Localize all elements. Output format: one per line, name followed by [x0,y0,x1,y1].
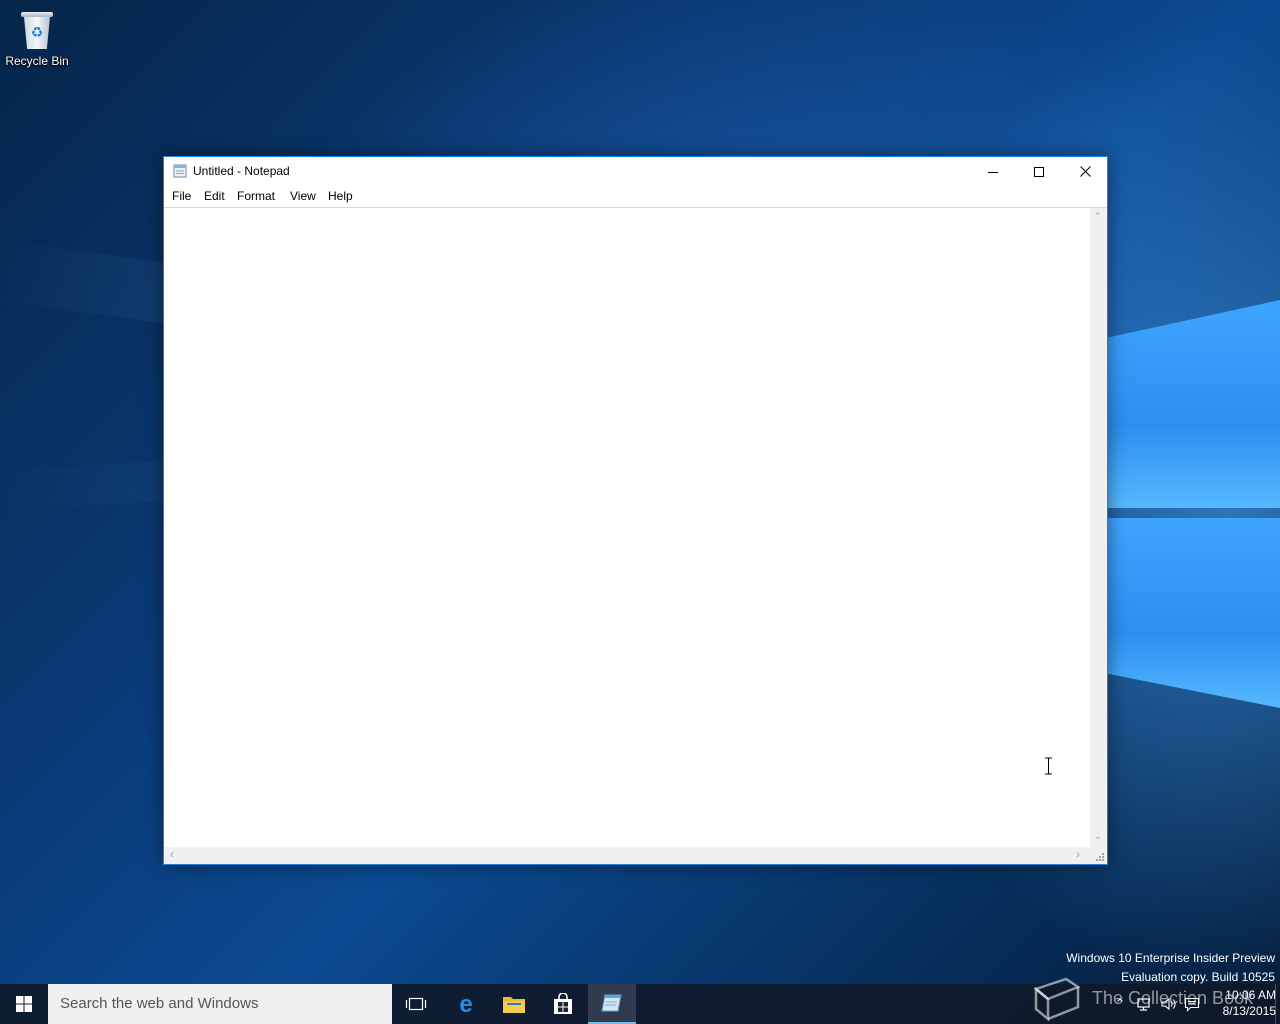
minimize-button[interactable] [970,157,1016,186]
edge-icon: e [459,993,472,1015]
vertical-scrollbar[interactable]: ⌃ ⌄ [1090,207,1107,847]
menu-edit[interactable]: Edit [204,189,225,203]
menu-format[interactable]: Format [237,189,275,203]
close-icon [1079,166,1091,177]
search-input[interactable]: Search the web and Windows [48,984,392,1024]
horizontal-scrollbar[interactable]: ‹ › [164,847,1090,864]
book-logo-icon [1033,977,1081,1022]
scroll-left-icon[interactable]: ‹ [170,848,174,860]
desktop: ♻ Recycle Bin Untitled - Notepad File Ed… [0,0,1280,1024]
menu-bar: File Edit Format View Help [164,186,1107,206]
text-editor[interactable] [164,207,1090,847]
menu-help[interactable]: Help [328,189,353,203]
minimize-icon [988,171,998,173]
maximize-icon [1034,166,1044,177]
store-button[interactable] [539,984,587,1024]
task-view-icon [405,997,427,1011]
menu-view[interactable]: View [290,189,316,203]
notepad-window: Untitled - Notepad File Edit Format View… [163,156,1108,865]
start-button[interactable] [0,984,48,1024]
notepad-icon [601,994,622,1012]
svg-text:e: e [459,993,472,1015]
resize-grip[interactable] [1090,847,1107,864]
wallpaper-logo-pane [1108,518,1280,708]
store-bag-icon [554,993,572,1014]
desktop-icon-recycle-bin[interactable]: ♻ Recycle Bin [4,6,70,76]
recycle-bin-icon: ♻ [20,8,54,50]
notepad-taskbar-button[interactable] [588,984,636,1024]
wallpaper-logo-pane [1108,300,1280,508]
scroll-right-icon[interactable]: › [1076,848,1080,860]
folder-icon [503,997,525,1013]
site-watermark-text: The Collection Book [1092,988,1254,1008]
desktop-icon-label: Recycle Bin [5,54,69,68]
scroll-down-icon[interactable]: ⌄ [1094,832,1102,841]
title-bar[interactable]: Untitled - Notepad [164,157,1107,186]
close-button[interactable] [1062,157,1108,186]
watermark-edition: Windows 10 Enterprise Insider Preview [1066,951,1275,965]
site-watermark: The Collection Book [1030,975,1280,1023]
task-view-button[interactable] [392,984,440,1024]
windows-logo-icon [16,996,32,1012]
notepad-icon [173,164,187,178]
file-explorer-button[interactable] [490,984,538,1024]
scroll-up-icon[interactable]: ⌃ [1094,212,1102,221]
resize-grip-icon [1096,853,1104,861]
edge-browser-button[interactable]: e [442,984,490,1024]
menu-file[interactable]: File [172,189,191,203]
window-title: Untitled - Notepad [193,164,290,178]
text-cursor-icon [1045,757,1052,775]
maximize-button[interactable] [1016,157,1062,186]
